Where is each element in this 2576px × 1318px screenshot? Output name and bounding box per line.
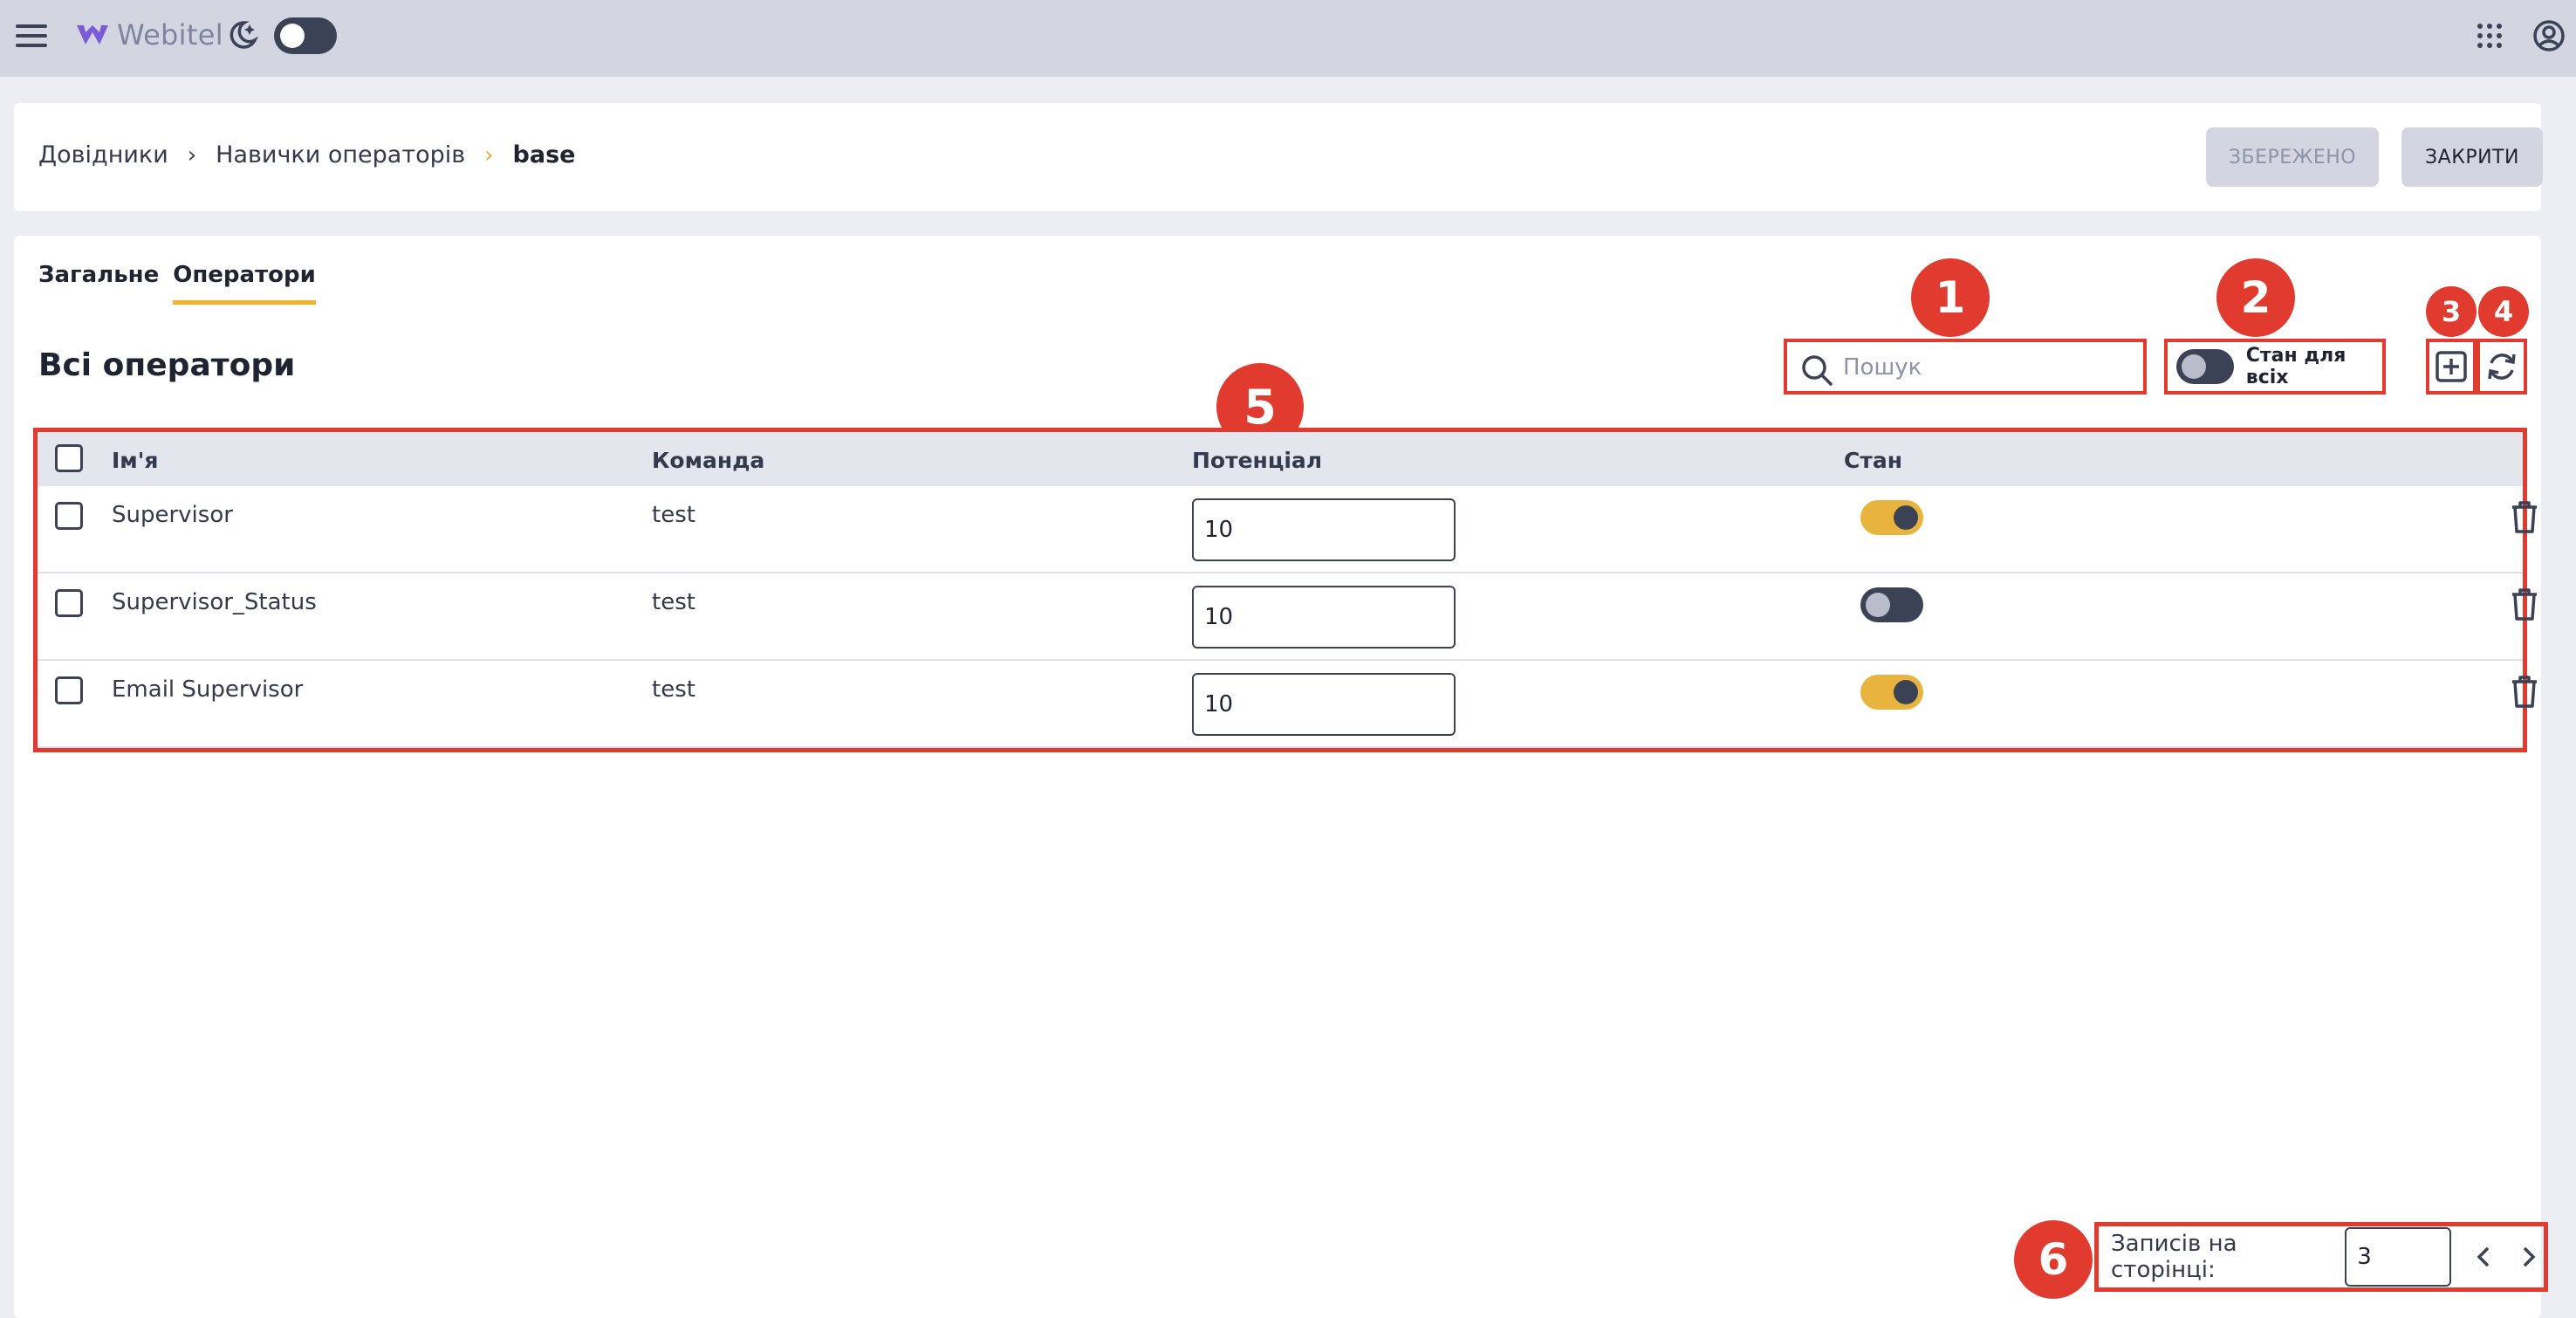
header-card: Довідники › Навички операторів › base ЗБ… [14,103,2543,211]
main-card: Загальне Оператори Всі оператори 1 2 Ста… [14,236,2548,1318]
state-all-label: Стан для всіх [2245,345,2346,388]
search-box [1784,339,2147,395]
webitel-logo-icon [77,25,108,45]
state-toggle[interactable] [1860,675,1923,710]
annotation-badge-6: 6 [2014,1220,2093,1299]
menu-icon[interactable] [16,19,49,52]
table-row: Supervisor test [38,486,2537,573]
column-header-team[interactable]: Команда [652,448,764,473]
search-input[interactable] [1843,351,2131,384]
agent-name: Supervisor [112,502,233,528]
breadcrumb: Довідники › Навички операторів › base [38,141,575,168]
table-header: Ім'я Команда Потенціал Стан [38,432,2523,486]
agent-team: test [652,676,695,703]
next-page-button[interactable] [2514,1239,2544,1274]
refresh-button[interactable] [2477,339,2527,395]
state-all-toggle[interactable] [2176,349,2234,384]
table-row: Email Supervisor test [38,661,2537,748]
chevron-right-icon: › [484,141,494,168]
per-page-input[interactable] [2345,1227,2452,1287]
annotation-badge-2: 2 [2216,258,2295,337]
chevron-right-icon [2523,1246,2536,1267]
trash-icon[interactable] [2507,673,2542,710]
row-checkbox[interactable] [55,502,83,530]
column-header-name[interactable]: Ім'я [112,448,158,473]
close-button[interactable]: ЗАКРИТИ [2401,127,2543,187]
top-bar: Webitel [0,0,2576,77]
plus-square-icon [2436,351,2467,382]
add-button[interactable] [2426,339,2477,395]
prev-page-button[interactable] [2469,1239,2498,1274]
agent-name: Supervisor_Status [112,589,317,615]
trash-icon[interactable] [2507,498,2542,535]
per-page-label: Записів на сторінці: [2111,1231,2237,1283]
chevron-left-icon [2477,1246,2490,1267]
state-for-all: Стан для всіх [2164,339,2386,395]
column-header-state[interactable]: Стан [1844,448,1902,473]
breadcrumb-item-agent-skills[interactable]: Навички операторів [216,141,465,168]
state-toggle-knob [1866,593,1890,617]
annotation-badge-3: 3 [2426,286,2477,337]
refresh-icon [2488,354,2516,380]
chevron-right-icon: › [187,141,197,168]
select-all-checkbox[interactable] [55,444,83,472]
state-toggle-knob [1894,680,1918,704]
breadcrumb-item-directories[interactable]: Довідники [38,141,168,168]
moon-icon [230,21,259,49]
webitel-logo[interactable]: Webitel [75,17,223,52]
table-row: Supervisor_Status test [38,573,2537,661]
tab-general[interactable]: Загальне [38,262,159,305]
search-icon [1802,355,1833,386]
agent-team: test [652,502,695,528]
state-toggle[interactable] [1860,587,1923,622]
tabs: Загальне Оператори [38,262,316,305]
row-checkbox[interactable] [55,589,83,617]
theme-toggle[interactable] [274,17,337,54]
tab-operators[interactable]: Оператори [173,262,316,305]
theme-toggle-knob [280,24,305,48]
agent-name: Email Supervisor [112,676,304,703]
capacity-input[interactable] [1192,586,1456,649]
agent-team: test [652,589,695,615]
pagination: Записів на сторінці: [2094,1222,2548,1292]
annotation-badge-4: 4 [2478,286,2529,337]
operators-table: Ім'я Команда Потенціал Стан Supervisor t… [33,428,2537,752]
section-title: Всі оператори [38,347,296,383]
account-icon[interactable] [2532,19,2566,52]
trash-icon[interactable] [2507,586,2542,622]
breadcrumb-item-current: base [512,141,576,168]
state-toggle-knob [1894,505,1918,530]
capacity-input[interactable] [1192,498,1456,561]
logo-text: Webitel [117,18,223,51]
saved-button[interactable]: ЗБЕРЕЖЕНО [2206,127,2379,187]
row-checkbox[interactable] [55,676,83,704]
state-all-toggle-knob [2182,354,2206,379]
state-toggle[interactable] [1860,500,1923,535]
capacity-input[interactable] [1192,673,1456,736]
apps-grid-icon[interactable] [2475,21,2504,51]
annotation-badge-1: 1 [1911,258,1990,337]
column-header-capacity[interactable]: Потенціал [1192,448,1322,473]
